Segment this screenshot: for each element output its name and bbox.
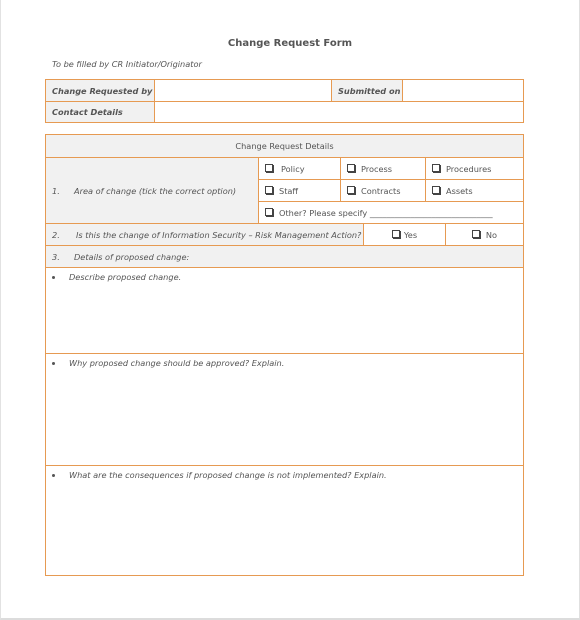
option-process[interactable]: Process xyxy=(340,157,426,180)
option-policy[interactable]: Policy xyxy=(258,157,341,180)
form-subtitle: To be filled by CR Initiator/Originator xyxy=(52,59,202,69)
approval-reason-field[interactable]: Why proposed change should be approved? … xyxy=(45,353,524,466)
option-yes[interactable]: Yes xyxy=(363,223,446,246)
checkbox-icon[interactable] xyxy=(432,185,440,194)
q1-number: 1. xyxy=(52,185,60,196)
q1-label: 1. Area of change (tick the correct opti… xyxy=(45,157,259,224)
option-label: Contracts xyxy=(361,185,401,196)
option-contracts[interactable]: Contracts xyxy=(340,179,426,202)
form-title: Change Request Form xyxy=(227,38,353,49)
change-requested-by-field[interactable] xyxy=(154,79,332,102)
checkbox-icon[interactable] xyxy=(347,185,355,194)
option-label: No xyxy=(485,229,498,240)
q2-number: 2. xyxy=(52,229,60,240)
describe-change-field[interactable]: Describe proposed change. xyxy=(45,267,524,354)
change-requested-by-label: Change Requested by xyxy=(45,79,155,102)
option-procedures[interactable]: Procedures xyxy=(425,157,524,180)
approval-reason-prompt: Why proposed change should be approved? … xyxy=(69,358,285,368)
q3-label: 3. Details of proposed change: xyxy=(45,245,524,268)
contact-details-field[interactable] xyxy=(154,101,524,123)
consequences-prompt: What are the consequences if proposed ch… xyxy=(69,470,387,480)
checkbox-icon[interactable] xyxy=(391,229,400,238)
submitted-on-label: Submitted on xyxy=(331,79,403,102)
submitted-on-field[interactable] xyxy=(402,79,524,102)
bullet-icon xyxy=(52,276,55,279)
details-heading: Change Request Details xyxy=(45,134,524,158)
checkbox-icon[interactable] xyxy=(265,185,273,194)
checkbox-icon[interactable] xyxy=(347,163,355,172)
checkbox-icon[interactable] xyxy=(265,207,273,216)
q2-text: Is this the change of Information Securi… xyxy=(76,229,362,240)
option-assets[interactable]: Assets xyxy=(425,179,524,202)
bullet-icon xyxy=(52,474,55,477)
option-label: Procedures xyxy=(446,163,492,174)
option-label: Process xyxy=(361,163,393,174)
bullet-icon xyxy=(52,362,55,365)
details-heading-text: Change Request Details xyxy=(235,141,334,151)
option-label: Staff xyxy=(279,185,299,196)
consequences-field[interactable]: What are the consequences if proposed ch… xyxy=(45,465,524,576)
option-label: Policy xyxy=(281,163,305,174)
option-label: Assets xyxy=(446,185,473,196)
checkbox-icon[interactable] xyxy=(265,163,273,172)
q2-label: 2. Is this the change of Information Sec… xyxy=(45,223,364,246)
describe-change-prompt: Describe proposed change. xyxy=(69,272,182,282)
option-label: Other? Please specify __________________… xyxy=(279,207,493,218)
q3-number: 3. xyxy=(52,251,60,262)
option-other[interactable]: Other? Please specify __________________… xyxy=(258,201,524,224)
option-label: Yes xyxy=(403,229,418,240)
checkbox-icon[interactable] xyxy=(471,229,480,238)
option-no[interactable]: No xyxy=(445,223,524,246)
q3-text: Details of proposed change: xyxy=(74,251,190,262)
q1-text: Area of change (tick the correct option) xyxy=(74,185,237,196)
checkbox-icon[interactable] xyxy=(432,163,440,172)
contact-details-label: Contact Details xyxy=(45,101,155,123)
option-staff[interactable]: Staff xyxy=(258,179,341,202)
